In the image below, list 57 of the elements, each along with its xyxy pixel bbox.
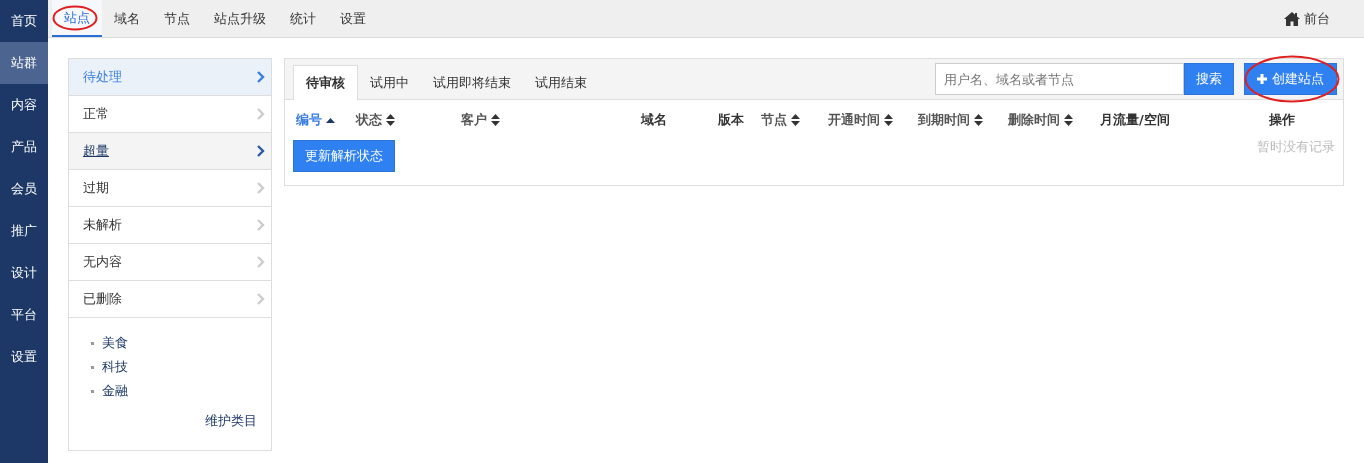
create-site-button[interactable]: 创建站点 [1244, 63, 1337, 95]
update-resolution-button[interactable]: 更新解析状态 [293, 140, 395, 172]
chevron-right-icon [257, 293, 265, 305]
tab[interactable]: 待审核 [293, 65, 358, 100]
status-item[interactable]: 已删除 [69, 281, 271, 318]
chevron-right-icon [257, 108, 265, 120]
bullet-icon [91, 341, 94, 345]
nav-item[interactable]: 产品 [0, 126, 48, 168]
top-tab[interactable]: 设置 [328, 0, 378, 37]
column-header[interactable]: 客户 [461, 111, 487, 129]
bullet-icon [91, 389, 94, 393]
column-header: 域名 [640, 111, 667, 129]
column-header[interactable]: 编号 [296, 111, 322, 129]
empty-message: 暂时没有记录 [1257, 138, 1335, 156]
column-header[interactable]: 删除时间 [1008, 111, 1060, 129]
chevron-right-icon [257, 256, 265, 268]
status-item[interactable]: 待处理 [69, 59, 271, 96]
category-link[interactable]: 美食 [102, 334, 128, 352]
frontend-link[interactable]: 前台 [1304, 9, 1330, 28]
chevron-right-icon [257, 71, 265, 83]
maintain-categories-link[interactable]: 维护类目 [205, 412, 257, 430]
status-item[interactable]: 无内容 [69, 244, 271, 281]
nav-item[interactable]: 站群 [0, 42, 48, 84]
top-tab[interactable]: 节点 [152, 0, 202, 37]
bullet-icon [91, 365, 94, 369]
search-button[interactable]: 搜索 [1184, 63, 1234, 95]
tab[interactable]: 试用结束 [523, 66, 599, 99]
status-item[interactable]: 未解析 [69, 207, 271, 244]
top-tab[interactable]: 统计 [278, 0, 328, 37]
column-header[interactable]: 开通时间 [828, 111, 880, 129]
tab[interactable]: 试用中 [358, 66, 421, 99]
tab[interactable]: 试用即将结束 [421, 66, 523, 99]
top-tab[interactable]: 站点升级 [202, 0, 278, 37]
chevron-right-icon [257, 182, 265, 194]
nav-item[interactable]: 内容 [0, 84, 48, 126]
nav-item[interactable]: 设置 [0, 336, 48, 378]
category-link[interactable]: 金融 [102, 382, 128, 400]
top-tab[interactable]: 域名 [102, 0, 152, 37]
nav-item[interactable]: 会员 [0, 168, 48, 210]
top-tab[interactable]: 站点 [52, 0, 102, 37]
nav-item[interactable]: 设计 [0, 252, 48, 294]
category-link[interactable]: 科技 [102, 358, 128, 376]
home-icon [1284, 11, 1300, 26]
search-field[interactable]: 用户名、域名或者节点 [935, 63, 1184, 95]
column-header: 操作 [1269, 111, 1295, 129]
column-header: 版本 [718, 111, 744, 129]
status-item[interactable]: 过期 [69, 170, 271, 207]
column-header[interactable]: 状态 [356, 111, 382, 129]
chevron-right-icon [257, 219, 265, 231]
column-header: 月流量/空间 [1100, 111, 1170, 129]
column-header[interactable]: 到期时间 [918, 111, 970, 129]
nav-item[interactable]: 平台 [0, 294, 48, 336]
nav-item[interactable]: 推广 [0, 210, 48, 252]
column-header[interactable]: 节点 [761, 111, 787, 129]
nav-item[interactable]: 首页 [0, 0, 48, 42]
chevron-right-icon [257, 145, 265, 157]
plus-icon [1257, 74, 1267, 84]
